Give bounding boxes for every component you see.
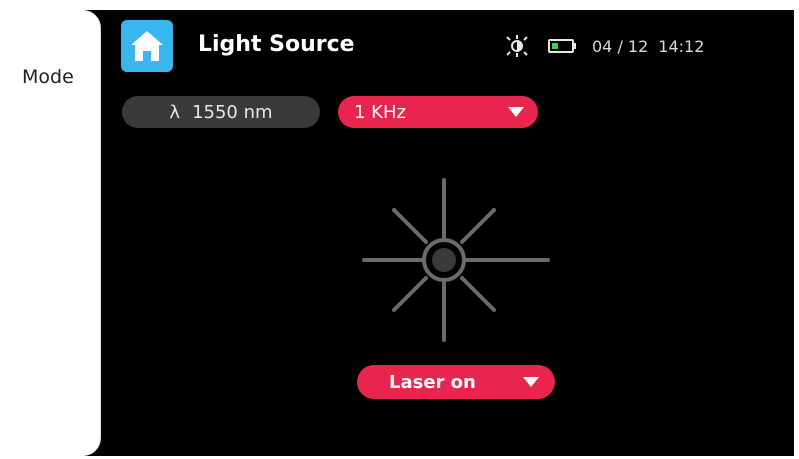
status-date: 04 / 12	[592, 36, 649, 56]
status-bar: 04 / 12 14:12	[504, 34, 704, 58]
laser-button-label: Laser on	[389, 371, 476, 393]
page-title: Light Source	[198, 32, 355, 57]
laser-toggle-button[interactable]: Laser on	[357, 365, 555, 399]
frequency-dropdown[interactable]: 1 KHz	[338, 96, 538, 128]
battery-icon	[548, 39, 576, 53]
brightness-icon[interactable]	[504, 34, 530, 58]
mode-label: Mode	[22, 66, 74, 88]
wavelength-display[interactable]: λ 1550 nm	[122, 96, 320, 128]
wavelength-value: 1550 nm	[192, 101, 273, 123]
mode-panel[interactable]: Mode	[8, 10, 100, 456]
triangle-down-icon	[508, 107, 524, 117]
laser-indicator-icon	[362, 178, 550, 342]
lambda-symbol: λ	[169, 101, 181, 123]
frequency-value: 1 KHz	[354, 101, 406, 123]
home-icon	[131, 31, 163, 61]
status-time: 14:12	[658, 36, 705, 56]
home-button[interactable]	[121, 20, 173, 72]
triangle-down-icon	[523, 377, 539, 387]
